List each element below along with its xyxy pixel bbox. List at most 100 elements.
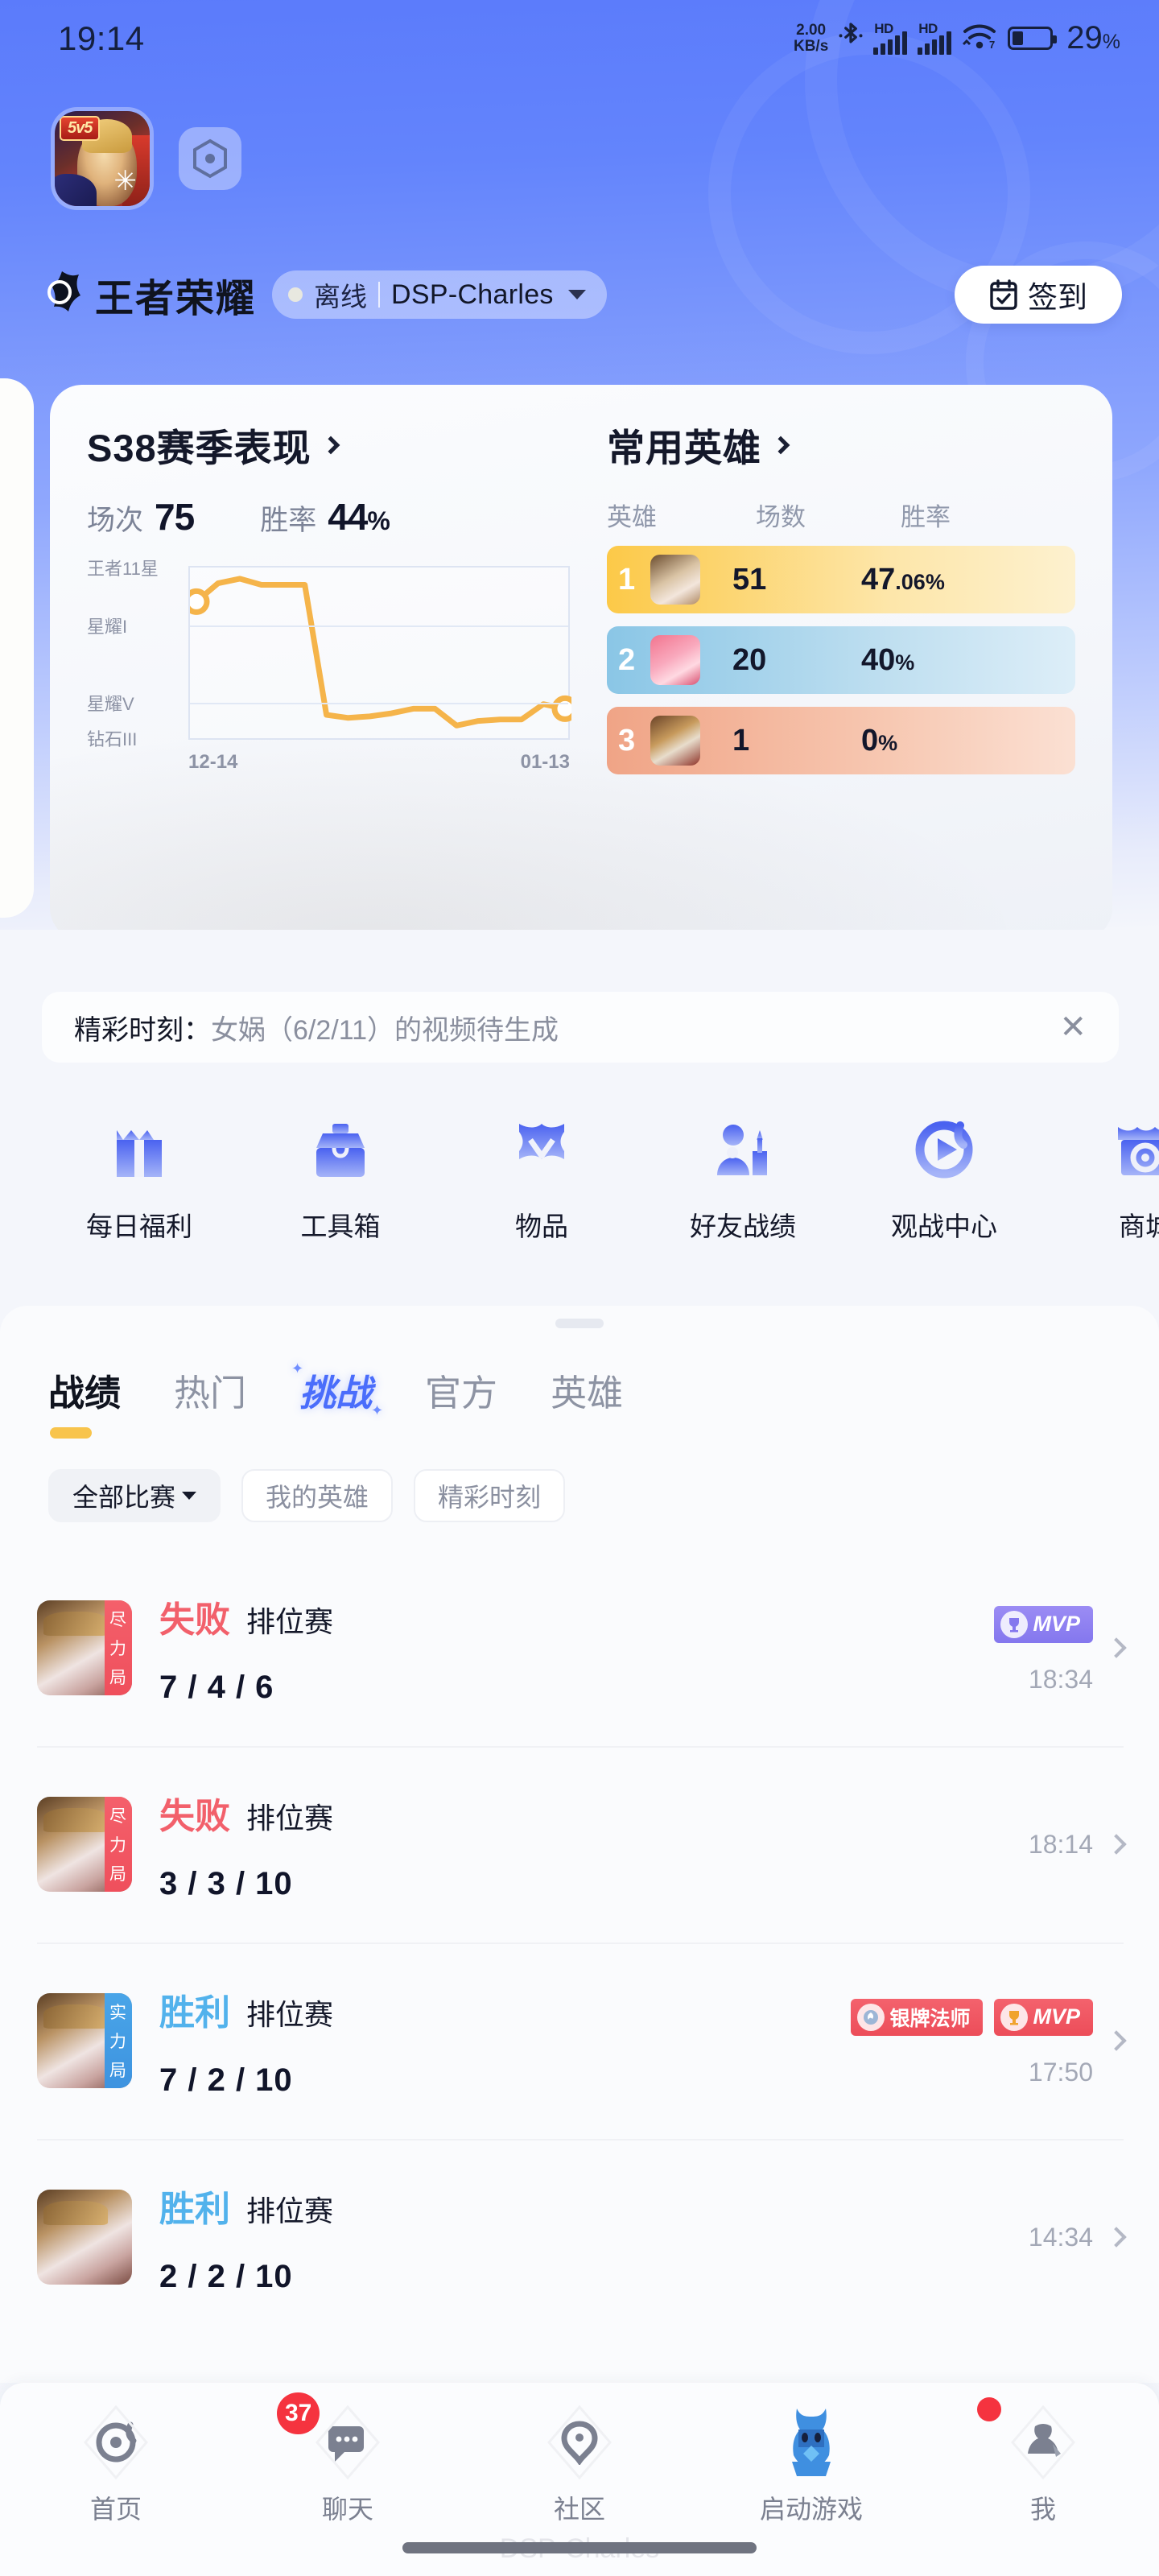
nav-item-label: 首页 <box>89 2495 142 2524</box>
filter-chip-全部比赛[interactable]: 全部比赛 <box>48 1469 221 1522</box>
heroes-table-body: 1 51 47.06% 2 20 40% 3 1 0% <box>607 546 1075 774</box>
match-row[interactable]: 尽力局失败 排位赛 7 / 4 / 6 MVP 18:34 <box>0 1550 1159 1746</box>
match-info: 失败 排位赛 7 / 4 / 6 <box>159 1591 333 1706</box>
match-kda: 2 / 2 / 10 <box>159 2258 293 2294</box>
tab-label: 战绩 <box>48 1373 122 1414</box>
quick-action-label: 物品 <box>515 1212 568 1241</box>
close-icon[interactable]: ✕ <box>1059 1011 1087 1043</box>
match-row[interactable]: 胜利 排位赛 2 / 2 / 10 14:34 <box>0 2139 1159 2335</box>
hero-avatar-2 <box>650 635 700 685</box>
y-tick-label: 王者11星 <box>87 559 159 579</box>
quick-action-friend-record[interactable]: 好友战绩 <box>642 1115 843 1292</box>
kog-logo-text: 王者荣耀 <box>95 276 257 321</box>
panel-grabber[interactable] <box>555 1319 604 1328</box>
match-info: 失败 排位赛 3 / 3 / 10 <box>159 1787 333 1902</box>
tab-热门[interactable]: 热门 <box>174 1364 246 1421</box>
nav-item-profile[interactable]: 我 <box>927 2383 1159 2576</box>
tab-英雄[interactable]: 英雄 <box>551 1364 623 1421</box>
match-row[interactable]: 实力局胜利 排位赛 7 / 2 / 10 银牌法师 MVP 17:50 <box>0 1942 1159 2139</box>
sparkle-icon: ✳ <box>113 166 138 196</box>
chevron-right-icon[interactable] <box>1106 1637 1127 1658</box>
quick-actions-row: 每日福利 工具箱 物品 好友战绩 观战中心 商城 <box>0 1115 1159 1292</box>
gesture-home-bar[interactable] <box>402 2542 757 2553</box>
filter-chip-我的英雄[interactable]: 我的英雄 <box>241 1469 394 1522</box>
quick-action-label: 每日福利 <box>86 1212 192 1241</box>
hero-games: 20 <box>732 642 767 677</box>
match-info: 胜利 排位赛 7 / 2 / 10 <box>159 1984 333 2099</box>
heroes-table-header: 英雄 场数 胜率 <box>607 497 1075 533</box>
tab-label: 挑战 <box>299 1373 373 1414</box>
nav-badge-count: 37 <box>277 2392 320 2434</box>
hero-row[interactable]: 2 20 40% <box>607 626 1075 694</box>
match-badge: MVP <box>994 1605 1093 1643</box>
net-speed-value: 2.00 <box>796 21 827 39</box>
match-meta: 银牌法师 MVP 17:50 <box>851 1995 1127 2087</box>
match-badge: MVP <box>994 1998 1093 2036</box>
quick-action-item[interactable]: 物品 <box>441 1115 642 1292</box>
chevron-right-icon <box>321 436 340 454</box>
filter-chip-精彩时刻[interactable]: 精彩时刻 <box>414 1469 566 1522</box>
match-mode: 排位赛 <box>246 2194 334 2227</box>
season-title: S38赛季表现 <box>87 427 311 469</box>
match-tag: 尽力局 <box>105 1797 132 1892</box>
chat-icon <box>309 2404 386 2481</box>
quick-action-toolbox[interactable]: 工具箱 <box>240 1115 441 1292</box>
hexagon-icon[interactable] <box>179 127 241 190</box>
bottom-navigation-bar: 首页37聊天社区启动游戏我 DSP-Charles <box>0 2383 1159 2576</box>
chevron-right-icon[interactable] <box>1106 2030 1127 2051</box>
home-icon <box>77 2404 155 2481</box>
hero-rank: 2 <box>618 642 636 677</box>
calendar-check-icon <box>990 279 1017 310</box>
col-hero: 英雄 <box>607 503 657 531</box>
hero-rank: 1 <box>618 562 636 597</box>
highlight-moment-banner[interactable]: 精彩时刻： 女娲（6/2/11）的视频待生成 ✕ <box>42 992 1119 1063</box>
quick-action-shop[interactable]: 商城 <box>1045 1115 1159 1292</box>
launch-game-icon <box>773 2404 850 2481</box>
y-tick-label: 星耀I <box>87 617 128 637</box>
quick-action-spectate[interactable]: 观战中心 <box>843 1115 1045 1292</box>
season-title-row[interactable]: S38赛季表现 <box>87 417 586 473</box>
heroes-title-row[interactable]: 常用英雄 <box>607 417 1075 473</box>
quick-action-gift[interactable]: 每日福利 <box>39 1115 240 1292</box>
account-selector[interactable]: 离线 DSP-Charles <box>272 270 607 319</box>
hero-row[interactable]: 1 51 47.06% <box>607 546 1075 613</box>
offline-status-dot <box>288 287 303 302</box>
bluetooth-icon <box>839 21 863 56</box>
chart-x-axis: 12-14 01-13 <box>188 751 570 774</box>
toolbox-icon <box>307 1115 374 1184</box>
sim2-hd-label: HD <box>918 20 938 36</box>
season-performance-section: S38赛季表现 场次 75 胜率 44% 王者11星 星耀I 星耀V 钻石III <box>87 417 586 774</box>
gift-icon <box>105 1115 173 1184</box>
match-mode: 排位赛 <box>246 1604 334 1638</box>
hero-games: 1 <box>732 723 750 758</box>
chart-plot-area <box>183 566 579 740</box>
match-info: 胜利 排位赛 2 / 2 / 10 <box>159 2180 333 2295</box>
match-history-list: 尽力局失败 排位赛 7 / 4 / 6 MVP 18:34 尽力局失败 排位赛 3 / 3 /… <box>0 1550 1159 2335</box>
tab-官方[interactable]: 官方 <box>425 1364 497 1421</box>
match-result: 失败 <box>159 1600 230 1640</box>
spectate-icon <box>910 1115 978 1184</box>
hero-row[interactable]: 3 1 0% <box>607 707 1075 774</box>
game-app-icon[interactable]: 5v5 ✳ <box>55 111 150 206</box>
chip-label: 全部比赛 <box>72 1483 176 1512</box>
tab-战绩[interactable]: 战绩 <box>48 1364 122 1439</box>
nav-item-home[interactable]: 首页 <box>0 2383 232 2576</box>
match-badge-label: MVP <box>1033 2004 1080 2029</box>
season-stats-card: S38赛季表现 场次 75 胜率 44% 王者11星 星耀I 星耀V 钻石III <box>50 385 1112 930</box>
chevron-right-icon[interactable] <box>1106 2227 1127 2248</box>
match-tag: 尽力局 <box>105 1600 132 1695</box>
match-mode: 排位赛 <box>246 1997 334 2031</box>
chevron-right-icon[interactable] <box>1106 1834 1127 1855</box>
tab-挑战[interactable]: ✦ ✦ 挑战 <box>291 1360 383 1421</box>
match-time: 14:34 <box>1028 2222 1093 2252</box>
match-tag: 实力局 <box>105 1993 132 2088</box>
match-row[interactable]: 尽力局失败 排位赛 3 / 3 / 10 18:14 <box>0 1746 1159 1942</box>
battery-percent-label: 29% <box>1066 20 1120 56</box>
quick-action-label: 好友战绩 <box>690 1212 796 1241</box>
hero-avatar-1 <box>650 555 700 605</box>
match-time: 18:14 <box>1028 1829 1093 1859</box>
quick-action-label: 商城 <box>1119 1212 1159 1241</box>
sign-in-button[interactable]: 签到 <box>955 266 1122 324</box>
carousel-peek-card[interactable] <box>0 378 34 918</box>
frequent-heroes-section: 常用英雄 英雄 场数 胜率 1 51 47.06% 2 20 40% 3 1 0% <box>586 417 1075 774</box>
